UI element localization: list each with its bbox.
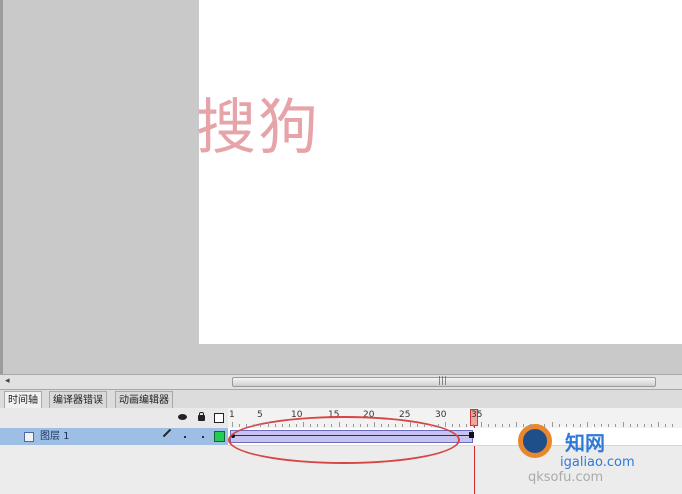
watermark-text: 知网 <box>565 431 605 455</box>
scroll-left-icon[interactable]: ◂ <box>5 376 10 386</box>
ruler-tick <box>558 424 560 427</box>
lock-dot[interactable] <box>202 436 204 438</box>
ruler-tick <box>643 424 645 427</box>
ruler-tick <box>636 424 638 427</box>
ruler-tick <box>473 424 475 427</box>
tab-compiler-errors[interactable]: 编译器错误 <box>49 391 107 409</box>
ruler-tick <box>409 422 411 427</box>
ruler-tick <box>445 422 446 427</box>
ruler-tick <box>239 424 241 427</box>
frame-label: 5 <box>257 410 263 420</box>
ruler-tick <box>494 424 496 427</box>
layer-name[interactable]: 图层 1 <box>40 429 70 445</box>
ruler-tick <box>288 424 290 427</box>
current-frame-label: 35 <box>471 410 483 420</box>
visibility-dot[interactable] <box>184 436 186 438</box>
ruler-tick <box>402 424 404 427</box>
ruler-tick <box>281 424 283 427</box>
canvas-text[interactable]: 搜狗 <box>196 98 320 158</box>
ruler-tick <box>359 424 361 427</box>
ruler-tick <box>480 422 482 427</box>
ruler-tick <box>565 424 567 427</box>
ruler-tick <box>508 424 510 427</box>
ruler-tick <box>395 424 397 427</box>
end-keyframe[interactable] <box>469 432 474 438</box>
ruler-tick <box>501 424 503 427</box>
layer-icon <box>24 432 34 442</box>
horizontal-scrollbar[interactable]: ◂ ||| <box>0 374 682 390</box>
frame-label: 30 <box>435 410 447 420</box>
ruler-tick <box>310 424 312 427</box>
layer-header <box>0 408 228 428</box>
lock-icon[interactable] <box>198 412 205 421</box>
frame-label: 1 <box>229 410 235 420</box>
ruler-tick <box>423 424 425 427</box>
ruler-tick <box>253 424 255 427</box>
eye-icon[interactable] <box>178 414 187 420</box>
annotation-ellipse <box>228 416 460 464</box>
ruler-tick <box>530 424 532 427</box>
ruler-tick <box>629 424 631 427</box>
ruler-tick <box>430 424 432 427</box>
ruler-tick <box>466 424 468 427</box>
watermark-url: igaliao.com <box>560 455 635 470</box>
ruler-tick <box>665 424 667 427</box>
ruler-tick <box>303 422 304 427</box>
ruler-tick <box>381 424 383 427</box>
ruler-tick <box>572 424 574 427</box>
ruler-tick <box>232 422 233 427</box>
tab-motion-editor[interactable]: 动画编辑器 <box>115 391 173 409</box>
ruler-tick <box>246 424 248 427</box>
ruler-tick <box>587 422 588 427</box>
ruler-tick <box>374 422 375 427</box>
ruler-tick <box>388 424 390 427</box>
watermark-logo <box>518 424 552 458</box>
stage-canvas[interactable] <box>199 0 682 344</box>
grip-icon: ||| <box>438 376 448 386</box>
ruler-tick <box>608 424 610 427</box>
ruler-tick <box>594 424 596 427</box>
ruler-tick <box>338 422 340 427</box>
ruler-tick <box>551 422 553 427</box>
ruler-tick <box>416 424 418 427</box>
tab-timeline[interactable]: 时间轴 <box>4 391 42 409</box>
ruler-tick <box>601 424 603 427</box>
ruler-tick <box>487 424 489 427</box>
scrollbar-thumb[interactable]: ||| <box>232 376 656 387</box>
ruler-tick <box>260 424 262 427</box>
ruler-tick <box>317 424 319 427</box>
ruler-tick <box>615 424 617 427</box>
layer-color-swatch[interactable] <box>214 431 225 442</box>
ruler-tick <box>579 424 581 427</box>
ruler-tick <box>622 422 624 427</box>
ruler-tick <box>274 424 276 427</box>
ruler-tick <box>452 424 454 427</box>
ruler-tick <box>366 424 368 427</box>
ruler-tick <box>516 422 517 427</box>
ruler-tick <box>352 424 354 427</box>
ruler-tick <box>437 424 439 427</box>
ruler-tick <box>267 422 269 427</box>
ruler-tick <box>523 424 525 427</box>
ruler-tick <box>672 424 674 427</box>
layer-row[interactable] <box>0 428 228 445</box>
watermark-url: qksofu.com <box>528 470 604 485</box>
ruler-tick <box>295 424 297 427</box>
ruler-tick <box>650 424 652 427</box>
ruler-tick <box>324 424 326 427</box>
outline-icon[interactable] <box>214 413 224 423</box>
ruler-tick <box>537 424 539 427</box>
panel-divider <box>0 0 3 374</box>
ruler-tick <box>459 424 461 427</box>
panel-tab-bar: 时间轴 编译器错误 动画编辑器 <box>0 390 682 409</box>
ruler-tick <box>331 424 333 427</box>
ruler-tick <box>345 424 347 427</box>
ruler-tick <box>658 422 659 427</box>
ruler-tick <box>544 424 546 427</box>
